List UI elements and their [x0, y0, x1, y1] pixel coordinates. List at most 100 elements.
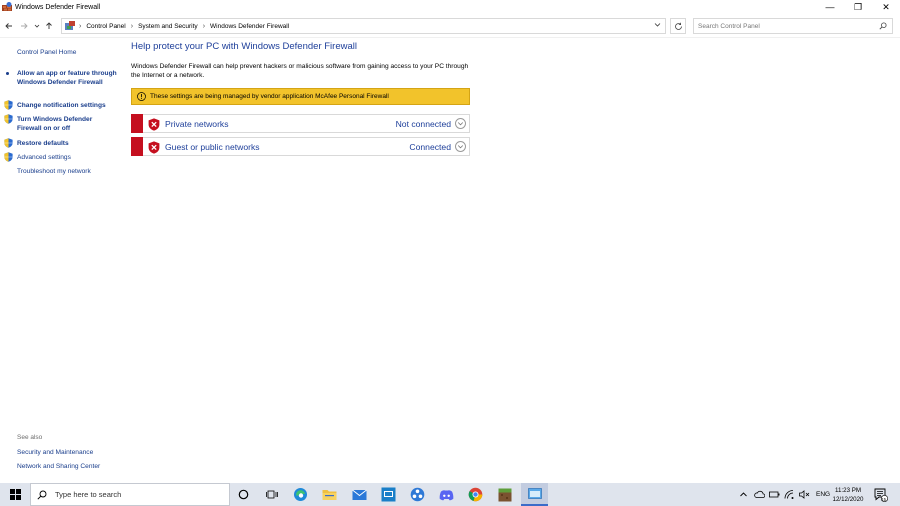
firewall-off-shield-icon: [148, 118, 160, 131]
start-button[interactable]: [0, 483, 30, 506]
title-bar: Windows Defender Firewall — ❐ ✕: [0, 0, 900, 14]
warning-text: These settings are being managed by vend…: [150, 93, 389, 100]
wifi-icon[interactable]: [784, 489, 795, 500]
private-networks-row[interactable]: Private networks Not connected: [131, 114, 470, 133]
left-navigation: Control Panel Home Allow an app or featu…: [0, 38, 125, 483]
page-title: Help protect your PC with Windows Defend…: [131, 41, 357, 52]
forward-button[interactable]: [18, 19, 30, 33]
taskbar-chrome[interactable]: [467, 486, 484, 503]
uac-shield-icon: [4, 114, 13, 124]
grass-block-icon: [498, 488, 511, 501]
firewall-app-icon: [2, 2, 12, 11]
chevron-up-icon[interactable]: [739, 490, 748, 499]
taskbar-clock[interactable]: 11:23 PM 12/12/2020: [824, 486, 872, 504]
taskbar-discord[interactable]: [438, 486, 455, 503]
change-notification-settings-link[interactable]: Change notification settings: [17, 101, 106, 110]
minimize-button[interactable]: —: [816, 0, 844, 14]
battery-icon[interactable]: [769, 490, 780, 499]
page-description: Windows Defender Firewall can help preve…: [131, 63, 469, 80]
troubleshoot-network-link[interactable]: Troubleshoot my network: [17, 167, 91, 176]
close-button[interactable]: ✕: [872, 0, 900, 14]
status-color-bar: [131, 137, 143, 156]
restore-defaults-link[interactable]: Restore defaults: [17, 139, 69, 148]
chevron-down-icon: [654, 23, 661, 27]
refresh-button[interactable]: [670, 18, 686, 34]
network-sharing-center-link[interactable]: Network and Sharing Center: [17, 462, 100, 471]
cortana-circle-icon: [238, 489, 249, 500]
warning-icon: [137, 92, 146, 101]
mail-icon: [352, 489, 367, 500]
window-title: Windows Defender Firewall: [15, 3, 101, 11]
control-panel-icon: [65, 21, 75, 30]
public-networks-row[interactable]: Guest or public networks Connected: [131, 137, 470, 156]
taskbar-minecraft[interactable]: [496, 486, 513, 503]
breadcrumb-chevron-icon: ›: [79, 22, 82, 30]
chevron-down-icon: [457, 122, 464, 126]
cortana-button[interactable]: [235, 486, 252, 503]
taskbar-search-text: Type here to search: [55, 490, 122, 499]
security-maintenance-link[interactable]: Security and Maintenance: [17, 448, 93, 457]
monitor-app-icon: [381, 487, 396, 502]
chrome-icon: [468, 487, 483, 502]
uac-shield-icon: [4, 152, 13, 162]
network-name: Private networks: [165, 119, 229, 129]
network-status: Connected: [409, 142, 451, 152]
see-also-heading: See also: [17, 434, 43, 441]
taskbar-control-panel-active[interactable]: [521, 483, 548, 506]
clock-date: 12/12/2020: [832, 496, 864, 503]
recent-locations-button[interactable]: [33, 19, 41, 33]
search-input[interactable]: [698, 22, 873, 30]
uac-shield-icon: [4, 138, 13, 148]
volume-muted-icon[interactable]: [799, 490, 810, 499]
status-color-bar: [131, 114, 143, 133]
edge-browser-icon: [294, 488, 307, 501]
search-box[interactable]: [693, 18, 893, 34]
breadcrumb-firewall[interactable]: Windows Defender Firewall: [210, 23, 289, 30]
breadcrumb-chevron-icon: ›: [202, 22, 206, 30]
search-icon: [37, 490, 47, 500]
chevron-down-icon: [34, 24, 40, 28]
window-controls: — ❐ ✕: [816, 0, 900, 14]
taskbar-mail[interactable]: [351, 486, 368, 503]
photo-wheel-icon: [410, 487, 425, 502]
address-bar: › Control Panel › System and Security › …: [0, 14, 900, 38]
task-view-icon: [265, 490, 278, 499]
control-panel-home-link[interactable]: Control Panel Home: [17, 48, 76, 57]
back-button[interactable]: [3, 19, 15, 33]
breadcrumb-system-security[interactable]: System and Security: [138, 23, 198, 30]
task-view-button[interactable]: [263, 486, 280, 503]
taskbar-search-box[interactable]: Type here to search: [30, 483, 230, 506]
up-button[interactable]: [44, 19, 54, 33]
vendor-managed-warning: These settings are being managed by vend…: [131, 88, 470, 105]
arrow-up-icon: [46, 21, 52, 29]
firewall-off-shield-icon: [148, 141, 160, 154]
windows-logo-icon: [9, 489, 21, 500]
notification-count-badge: 15: [881, 496, 887, 502]
network-status: Not connected: [395, 119, 451, 129]
uac-shield-icon: [4, 100, 13, 110]
control-panel-window-icon: [527, 488, 542, 499]
folder-icon: [322, 490, 337, 500]
system-tray: ENG: [739, 483, 830, 506]
turn-firewall-on-off-link[interactable]: Turn Windows Defender Firewall on or off: [17, 115, 109, 133]
address-box[interactable]: › Control Panel › System and Security › …: [61, 18, 666, 34]
clock-time: 11:23 PM: [834, 487, 862, 494]
action-center-button[interactable]: 15: [874, 483, 888, 506]
taskbar-app-monitor[interactable]: [380, 486, 397, 503]
restore-button[interactable]: ❐: [844, 0, 872, 14]
arrow-left-icon: [5, 22, 12, 29]
allow-app-link[interactable]: Allow an app or feature through Windows …: [17, 69, 117, 87]
onedrive-cloud-icon[interactable]: [754, 490, 765, 499]
address-dropdown-button[interactable]: [654, 21, 661, 30]
expand-button[interactable]: [455, 141, 466, 152]
taskbar-edge[interactable]: [292, 486, 309, 503]
taskbar: Type here to search ENG 11:23 PM 12/12/2…: [0, 483, 900, 506]
taskbar-file-explorer[interactable]: [321, 486, 338, 503]
chevron-down-icon: [457, 145, 464, 149]
breadcrumb-chevron-icon: ›: [130, 22, 134, 30]
advanced-settings-link[interactable]: Advanced settings: [17, 153, 71, 162]
taskbar-app-wheel[interactable]: [409, 486, 426, 503]
search-icon: [879, 22, 887, 30]
expand-button[interactable]: [455, 118, 466, 129]
breadcrumb-control-panel[interactable]: Control Panel: [86, 23, 125, 30]
